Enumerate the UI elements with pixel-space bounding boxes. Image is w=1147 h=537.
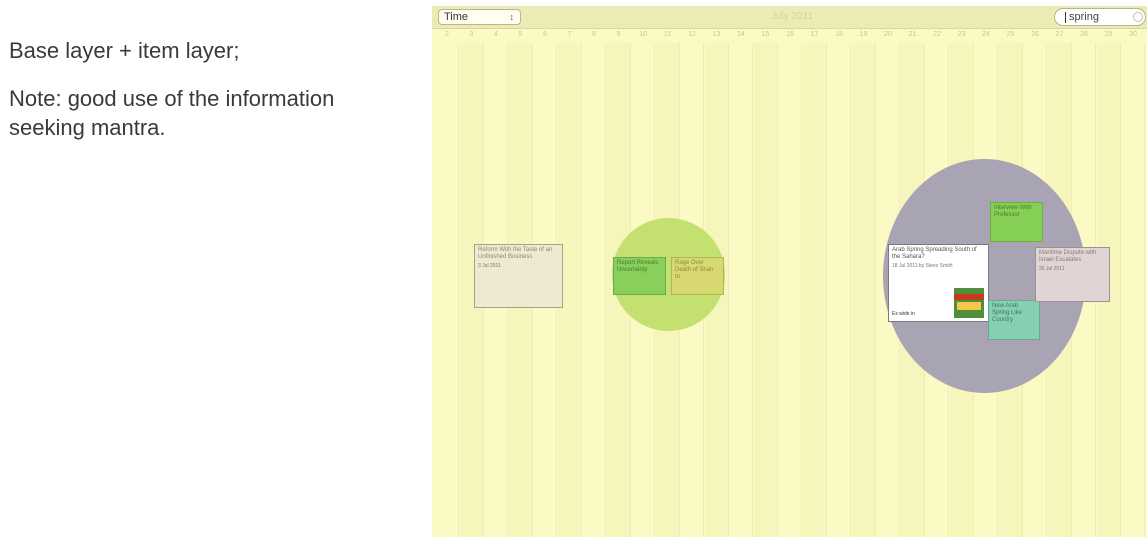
day-column bbox=[582, 43, 606, 537]
day-column bbox=[778, 43, 802, 537]
search-value: spring bbox=[1069, 11, 1099, 23]
card-title: New Arab Spring Like Country bbox=[992, 303, 1023, 323]
day-tick: 22 bbox=[933, 31, 941, 38]
card-readmore[interactable]: Ex wide in bbox=[892, 311, 915, 318]
toolbar: Time ↕ July 2011 spring bbox=[432, 6, 1147, 29]
timeline-app: Time ↕ July 2011 spring 2 3 4 5 6 7 8 9 10 11 12 13… bbox=[432, 6, 1147, 537]
note-base-layer: Base layer + item layer; bbox=[9, 38, 240, 63]
day-tick: 27 bbox=[1055, 31, 1064, 38]
day-tick: 20 bbox=[884, 31, 892, 38]
day-tick: 11 bbox=[663, 31, 672, 38]
day-column bbox=[851, 43, 876, 537]
view-select[interactable]: Time ↕ bbox=[438, 9, 521, 25]
day-tick: 24 bbox=[982, 31, 990, 38]
card-title: Reform With the Taste of an Unfinished B… bbox=[478, 247, 553, 260]
day-tick: 6 bbox=[543, 31, 547, 38]
thumb-band-red bbox=[954, 294, 984, 300]
day-column bbox=[753, 43, 778, 537]
day-tick: 29 bbox=[1104, 31, 1113, 38]
news-card-new-arab[interactable]: New Arab Spring Like Country bbox=[988, 300, 1040, 340]
card-title: Report Reveals Uncertainty bbox=[617, 260, 659, 273]
news-card-report[interactable]: Report Reveals Uncertainty bbox=[613, 257, 666, 295]
day-column bbox=[827, 43, 851, 537]
day-tick: 4 bbox=[494, 31, 498, 38]
card-meta: 26 Jul 2011 bbox=[1039, 266, 1065, 272]
clear-search-icon[interactable] bbox=[1133, 12, 1143, 22]
day-column bbox=[435, 43, 459, 537]
day-tick: 25 bbox=[1006, 31, 1015, 38]
day-tick: 7 bbox=[567, 31, 572, 38]
day-tick: 21 bbox=[908, 31, 917, 38]
day-axis: 2 3 4 5 6 7 8 9 10 11 12 13 14 15 16 17 18 19 20 21 22 23 24 25… bbox=[432, 29, 1147, 43]
note-mantra: Note: good use of the information seekin… bbox=[9, 85, 335, 141]
text-cursor bbox=[1065, 12, 1066, 23]
up-down-arrows-icon: ↕ bbox=[509, 12, 515, 22]
day-tick: 10 bbox=[639, 31, 647, 38]
day-tick: 14 bbox=[737, 31, 745, 38]
news-card-reform[interactable]: Reform With the Taste of an Unfinished B… bbox=[474, 244, 563, 308]
day-tick: 26 bbox=[1031, 31, 1039, 38]
day-tick: 23 bbox=[957, 31, 966, 38]
day-column bbox=[802, 43, 827, 537]
day-tick: 28 bbox=[1080, 31, 1088, 38]
thumb-band-yellow bbox=[957, 302, 981, 310]
news-card-rage[interactable]: Rage Over Death of Shan to bbox=[671, 257, 724, 295]
day-tick: 30 bbox=[1129, 31, 1137, 38]
card-meta: 18 Jul 2011 by Steve Smith bbox=[892, 263, 953, 269]
search-input[interactable]: spring bbox=[1054, 8, 1146, 26]
day-tick: 18 bbox=[835, 31, 843, 38]
day-tick: 13 bbox=[712, 31, 721, 38]
day-tick: 15 bbox=[761, 31, 770, 38]
day-tick: 9 bbox=[616, 31, 621, 38]
card-meta: 3 Jul 2011 bbox=[478, 263, 501, 269]
day-tick: 19 bbox=[859, 31, 868, 38]
slide-notes: Base layer + item layer; Note: good use … bbox=[9, 36, 409, 161]
card-title: Arab Spring Spreading South of the Sahar… bbox=[892, 247, 977, 260]
news-card-arab-spring[interactable]: Arab Spring Spreading South of the Sahar… bbox=[888, 244, 989, 322]
news-thumbnail-image bbox=[954, 288, 984, 318]
month-title: July 2011 bbox=[770, 11, 814, 22]
day-tick: 16 bbox=[786, 31, 794, 38]
day-tick: 17 bbox=[810, 31, 819, 38]
news-card-maritime[interactable]: Maritime Dispute with Israel Escalates 2… bbox=[1035, 247, 1110, 302]
day-tick: 5 bbox=[518, 31, 523, 38]
day-tick: 12 bbox=[688, 31, 696, 38]
day-column bbox=[1121, 43, 1145, 537]
day-tick: 8 bbox=[592, 31, 596, 38]
card-title: Rage Over Death of Shan to bbox=[675, 260, 714, 280]
card-title: Interview With Professor bbox=[994, 205, 1032, 218]
day-tick: 3 bbox=[469, 31, 474, 38]
day-tick: 2 bbox=[445, 31, 449, 38]
card-title: Maritime Dispute with Israel Escalates bbox=[1039, 250, 1097, 263]
day-column bbox=[729, 43, 753, 537]
view-select-value: Time bbox=[444, 11, 469, 23]
news-card-interview[interactable]: Interview With Professor bbox=[990, 202, 1043, 242]
